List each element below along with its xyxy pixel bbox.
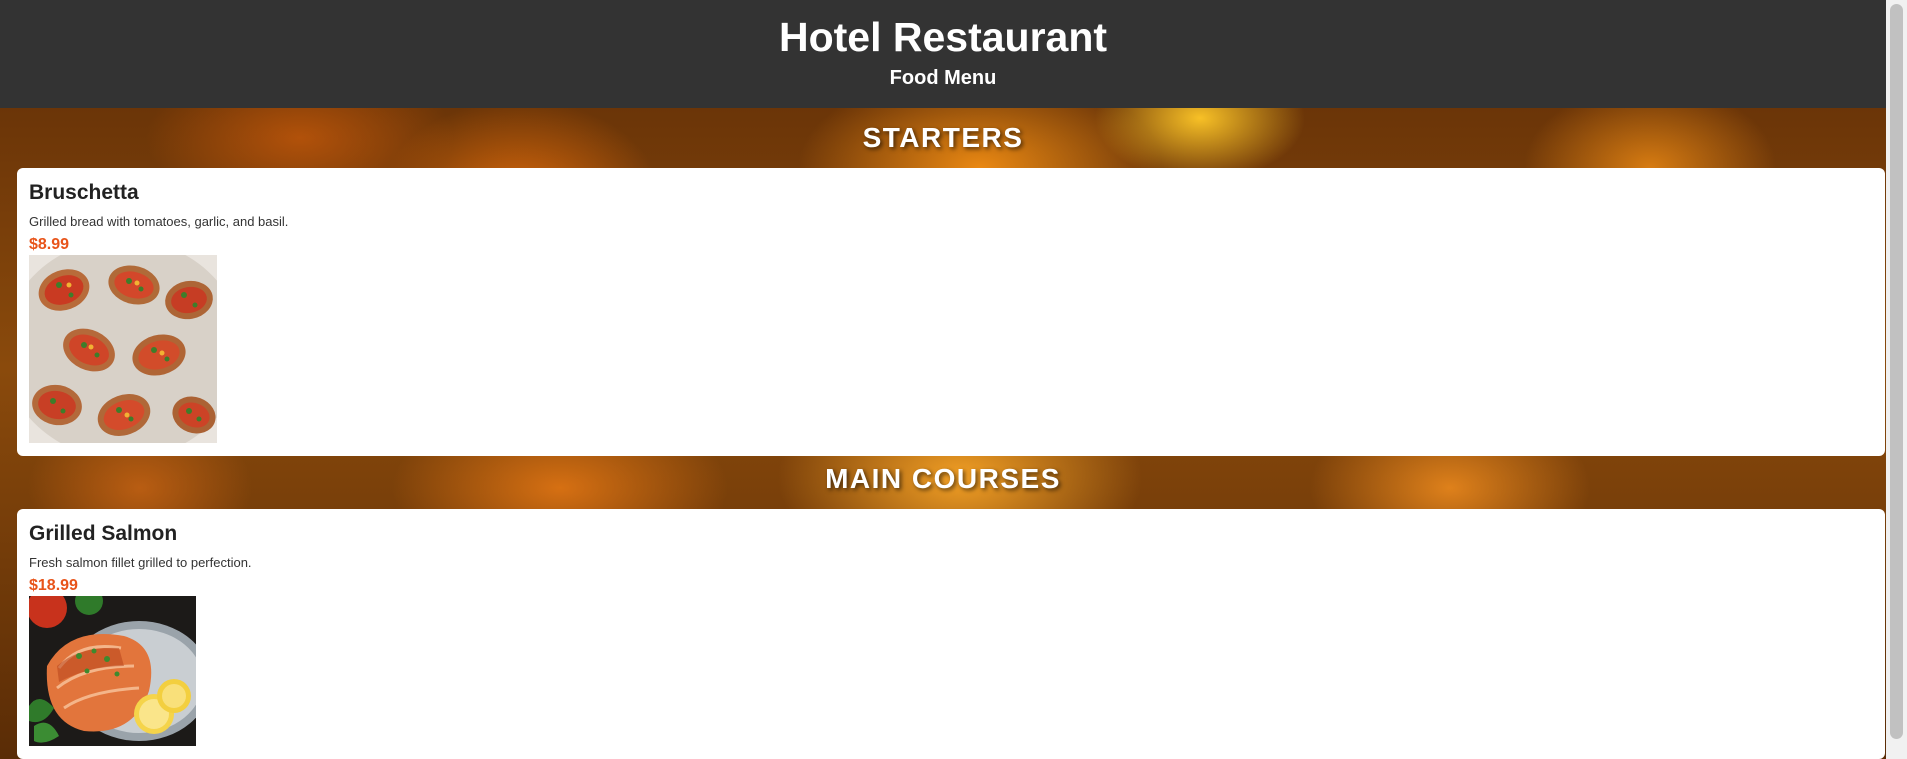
section-title-main-courses: MAIN COURSES: [825, 463, 1061, 494]
bruschetta-photo: [29, 255, 217, 443]
menu-item-price: $18.99: [29, 577, 78, 594]
page-title: Hotel Restaurant: [778, 14, 1108, 60]
menu-item-description: Fresh salmon fillet grilled to perfectio…: [29, 555, 252, 570]
scrollbar-thumb[interactable]: [1890, 4, 1903, 739]
menu-item-name: Bruschetta: [29, 181, 139, 204]
vertical-scrollbar[interactable]: [1886, 0, 1907, 759]
page-subtitle: Food Menu: [889, 67, 997, 89]
page-header: Hotel Restaurant Food Menu: [0, 0, 1886, 108]
grilled-salmon-photo: [29, 596, 196, 746]
menu-item-name: Grilled Salmon: [29, 522, 178, 545]
menu-item-description: Grilled bread with tomatoes, garlic, and…: [29, 214, 289, 229]
section-title-starters: STARTERS: [862, 122, 1024, 153]
menu-item-card: Bruschetta Grilled bread with tomatoes, …: [17, 168, 1885, 456]
menu-item-card: Grilled Salmon Fresh salmon fillet grill…: [17, 509, 1885, 759]
menu-item-price: $8.99: [29, 236, 70, 253]
